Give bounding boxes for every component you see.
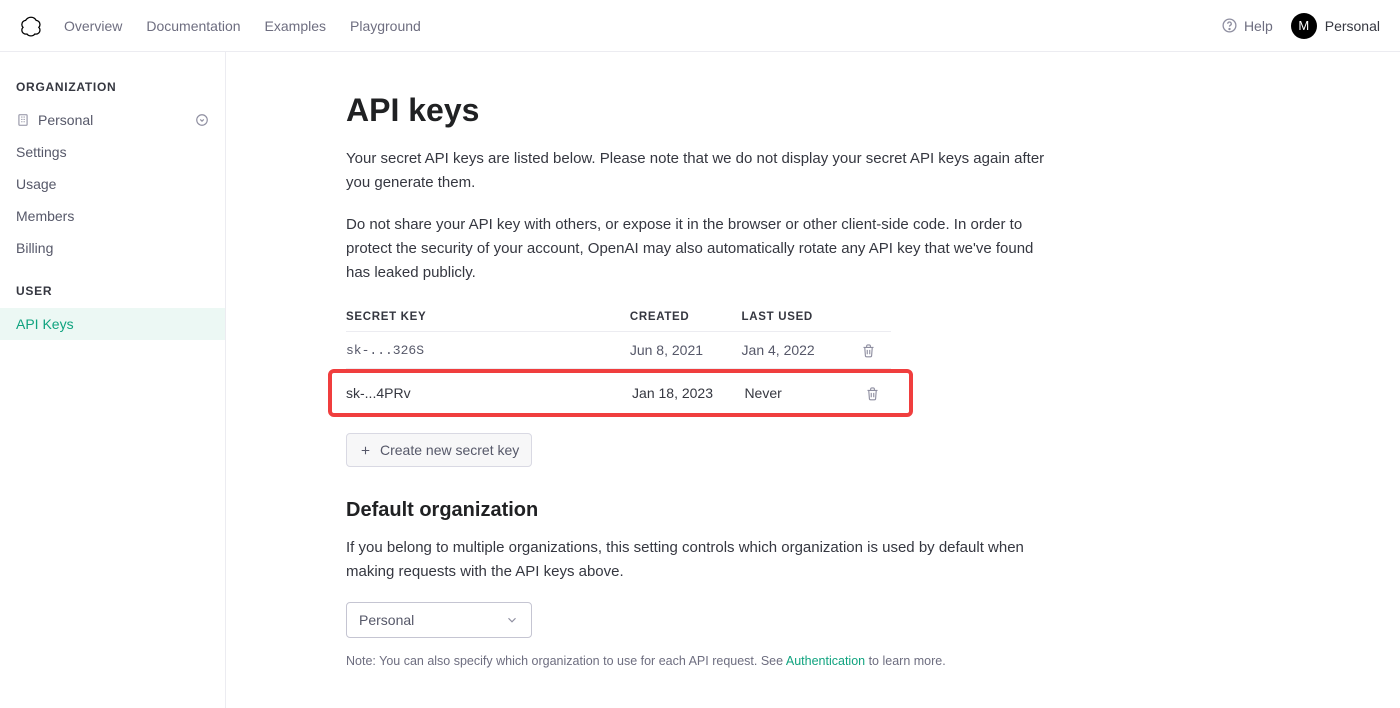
col-last-used: LAST USED — [742, 303, 862, 332]
plus-icon — [359, 444, 372, 457]
avatar[interactable]: M — [1291, 13, 1317, 39]
default-org-select[interactable]: Personal — [346, 602, 532, 638]
sidebar-item-label: Members — [16, 208, 74, 224]
sidebar-item-billing[interactable]: Billing — [0, 232, 225, 264]
sidebar-org-label: ORGANIZATION — [0, 80, 225, 104]
nav-playground[interactable]: Playground — [350, 18, 421, 34]
sidebar-item-label: Billing — [16, 240, 53, 256]
nav-overview[interactable]: Overview — [64, 18, 122, 34]
nav-examples[interactable]: Examples — [265, 18, 326, 34]
top-nav: Overview Documentation Examples Playgrou… — [64, 18, 421, 34]
trash-icon[interactable] — [861, 343, 891, 358]
chevron-down-icon — [195, 113, 209, 127]
sidebar-item-api-keys[interactable]: API Keys — [0, 308, 225, 340]
help-icon — [1221, 17, 1238, 34]
authentication-link[interactable]: Authentication — [786, 654, 865, 668]
sidebar-item-label: API Keys — [16, 316, 74, 332]
openai-logo-icon[interactable] — [20, 15, 42, 37]
sidebar-user-label: USER — [0, 284, 225, 308]
default-org-heading: Default organization — [346, 499, 1206, 522]
building-icon — [16, 113, 30, 127]
cell-created: Jun 8, 2021 — [630, 332, 742, 369]
chevron-down-icon — [505, 613, 519, 627]
select-value: Personal — [359, 612, 414, 628]
default-org-text: If you belong to multiple organizations,… — [346, 536, 1046, 584]
col-created: CREATED — [630, 303, 742, 332]
main-content: API keys Your secret API keys are listed… — [226, 52, 1326, 708]
account-name[interactable]: Personal — [1325, 18, 1380, 34]
avatar-initial: M — [1298, 18, 1309, 33]
trash-icon[interactable] — [865, 386, 895, 401]
note-text: Note: You can also specify which organiz… — [346, 654, 786, 668]
cell-last-used: Never — [744, 373, 864, 413]
note-text: to learn more. — [865, 654, 946, 668]
cell-secret-key: sk-...326S — [346, 332, 630, 369]
table-row: sk-...326S Jun 8, 2021 Jan 4, 2022 — [346, 332, 891, 369]
sidebar-org-selector[interactable]: Personal — [0, 104, 225, 136]
create-secret-key-button[interactable]: Create new secret key — [346, 433, 532, 467]
topbar: Overview Documentation Examples Playgrou… — [0, 0, 1400, 52]
page-title: API keys — [346, 92, 1206, 129]
help-label: Help — [1244, 18, 1273, 34]
create-button-label: Create new secret key — [380, 442, 519, 458]
sidebar: ORGANIZATION Personal Settings Usage Mem… — [0, 52, 226, 708]
cell-last-used: Jan 4, 2022 — [742, 332, 862, 369]
api-keys-table: SECRET KEY CREATED LAST USED sk-...326S … — [346, 303, 891, 369]
sidebar-item-label: Settings — [16, 144, 67, 160]
org-note: Note: You can also specify which organiz… — [346, 654, 1206, 668]
help-link[interactable]: Help — [1221, 17, 1273, 34]
cell-created: Jan 18, 2023 — [632, 373, 744, 413]
nav-documentation[interactable]: Documentation — [146, 18, 240, 34]
sidebar-item-label: Usage — [16, 176, 56, 192]
table-row: sk-...4PRv Jan 18, 2023 Never — [346, 373, 895, 413]
intro-paragraph-2: Do not share your API key with others, o… — [346, 213, 1046, 285]
sidebar-org-name: Personal — [38, 112, 93, 128]
highlighted-row: sk-...4PRv Jan 18, 2023 Never — [328, 369, 913, 417]
intro-paragraph-1: Your secret API keys are listed below. P… — [346, 147, 1046, 195]
sidebar-item-members[interactable]: Members — [0, 200, 225, 232]
cell-secret-key: sk-...4PRv — [346, 373, 632, 413]
sidebar-item-settings[interactable]: Settings — [0, 136, 225, 168]
sidebar-item-usage[interactable]: Usage — [0, 168, 225, 200]
col-secret-key: SECRET KEY — [346, 303, 630, 332]
